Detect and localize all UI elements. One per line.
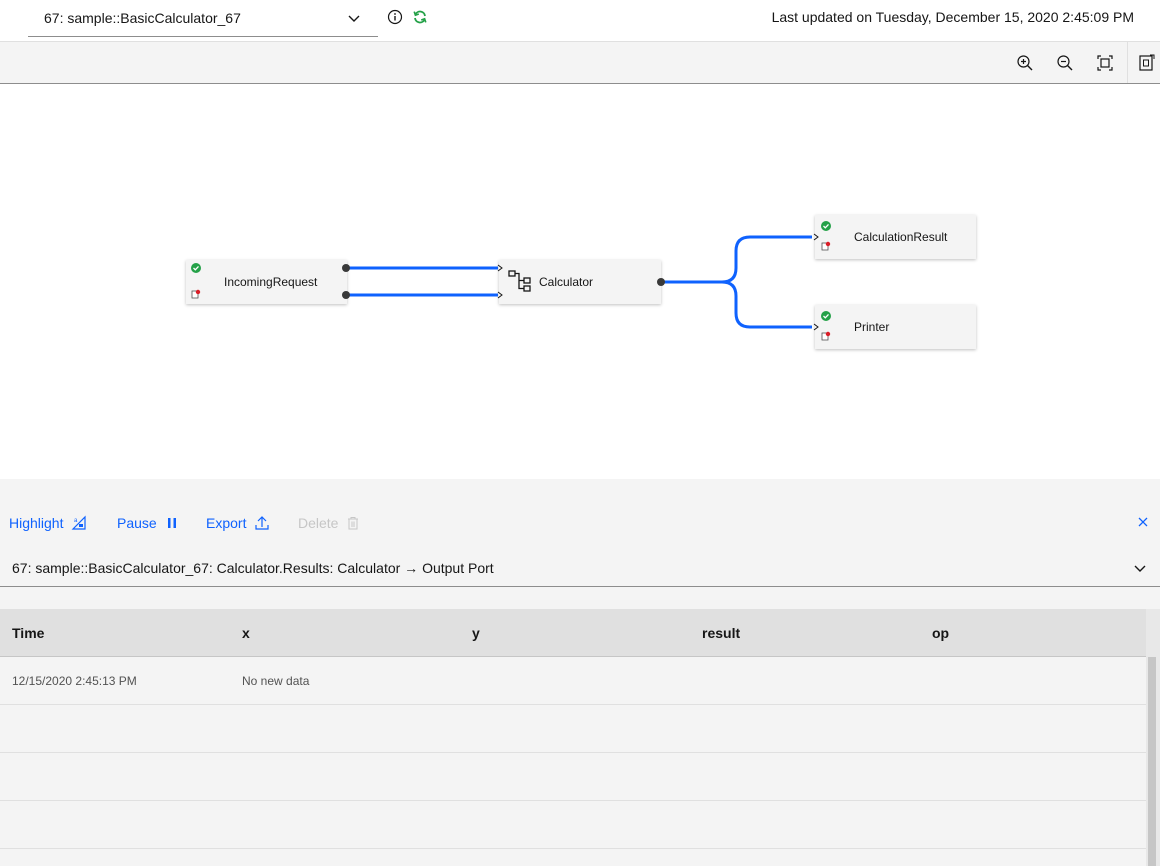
chevron-down-icon xyxy=(348,15,360,22)
highlight-button[interactable]: Highlight a xyxy=(9,515,87,531)
trash-icon xyxy=(348,517,359,530)
healthy-status-icon xyxy=(191,263,201,273)
job-selector-value: 67: sample::BasicCalculator_67 xyxy=(44,10,241,26)
zoom-in-icon[interactable] xyxy=(1016,54,1034,72)
top-bar: 67: sample::BasicCalculator_67 Last upda… xyxy=(0,0,1160,42)
export-button[interactable]: Export xyxy=(206,515,270,531)
column-header-x[interactable]: x xyxy=(242,609,250,657)
graph-toolbar xyxy=(0,42,1160,84)
highlight-icon: a xyxy=(72,515,87,530)
refresh-icon[interactable] xyxy=(412,9,428,25)
table-row[interactable]: 12/15/2020 2:45:13 PM No new data xyxy=(0,657,1146,705)
fit-to-screen-icon[interactable] xyxy=(1096,54,1114,72)
input-port xyxy=(813,233,819,241)
metrics-icon xyxy=(821,241,831,251)
graph-node-incomingrequest[interactable]: IncomingRequest xyxy=(186,260,350,304)
graph-canvas[interactable]: IncomingRequest Calculator CalculationRe… xyxy=(0,84,1160,479)
toolbar-divider xyxy=(1127,42,1128,83)
metrics-icon xyxy=(191,289,201,299)
column-header-op[interactable]: op xyxy=(932,609,949,657)
cell-x: No new data xyxy=(242,674,310,688)
data-table: Time x y result op 12/15/2020 2:45:13 PM… xyxy=(0,609,1146,849)
cell-time: 12/15/2020 2:45:13 PM xyxy=(12,674,137,688)
info-icon[interactable] xyxy=(387,9,403,25)
graph-node-calculator[interactable]: Calculator xyxy=(497,260,665,304)
table-row xyxy=(0,753,1146,801)
healthy-status-icon xyxy=(821,311,831,321)
input-ports xyxy=(497,264,503,299)
node-label: IncomingRequest xyxy=(224,275,318,289)
zoom-out-icon[interactable] xyxy=(1056,54,1074,72)
table-row xyxy=(0,705,1146,753)
export-label: Export xyxy=(206,515,247,531)
pause-label: Pause xyxy=(117,515,157,531)
stream-selector[interactable]: 67: sample::BasicCalculator_67: Calculat… xyxy=(0,549,1160,587)
export-image-icon[interactable] xyxy=(1137,54,1155,72)
metrics-icon xyxy=(821,331,831,341)
data-view-panel: Highlight a Pause Export Delete 67: samp… xyxy=(0,479,1160,866)
node-label: Printer xyxy=(854,320,890,334)
svg-text:a: a xyxy=(74,518,78,524)
last-updated-text: Last updated on Tuesday, December 15, 20… xyxy=(771,9,1134,25)
delete-label: Delete xyxy=(298,515,339,531)
table-scrollbar-thumb[interactable] xyxy=(1148,657,1156,866)
pause-button[interactable]: Pause xyxy=(117,515,179,531)
output-ports xyxy=(342,264,350,299)
pause-icon xyxy=(167,518,176,528)
table-row xyxy=(0,801,1146,849)
job-selector[interactable]: 67: sample::BasicCalculator_67 xyxy=(28,0,378,37)
input-port xyxy=(813,323,819,331)
connection-line xyxy=(661,280,812,329)
delete-button[interactable]: Delete xyxy=(298,515,360,531)
healthy-status-icon xyxy=(821,221,831,231)
chevron-down-icon xyxy=(1134,565,1146,572)
close-icon[interactable] xyxy=(1136,515,1150,529)
highlight-label: Highlight xyxy=(9,515,64,531)
column-header-time[interactable]: Time xyxy=(12,609,44,657)
column-header-result[interactable]: result xyxy=(702,609,740,657)
output-port xyxy=(657,278,665,286)
graph-node-calculationresult[interactable]: CalculationResult xyxy=(813,215,976,259)
column-header-y[interactable]: y xyxy=(472,609,480,657)
connection-line xyxy=(661,235,812,284)
stream-selector-value: 67: sample::BasicCalculator_67: Calculat… xyxy=(12,560,494,576)
graph-node-printer[interactable]: Printer xyxy=(813,305,976,349)
node-label: Calculator xyxy=(539,275,594,289)
table-header: Time x y result op xyxy=(0,609,1146,657)
upload-icon xyxy=(255,516,270,530)
composite-icon xyxy=(508,270,531,292)
node-label: CalculationResult xyxy=(854,230,948,244)
